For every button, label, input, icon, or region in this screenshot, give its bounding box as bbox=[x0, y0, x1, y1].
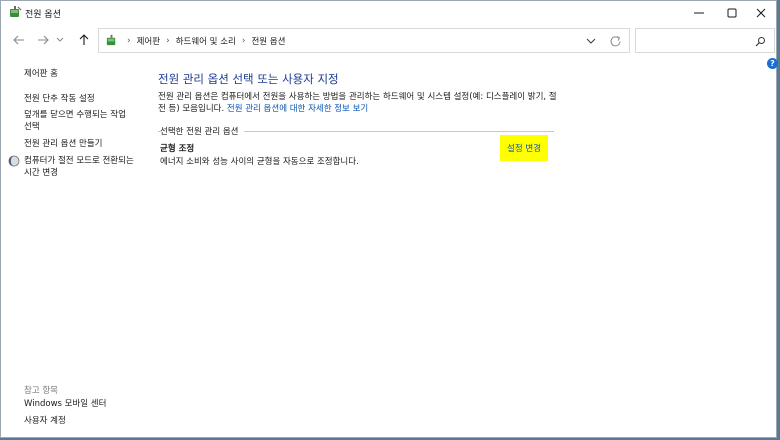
chevron-down-icon[interactable] bbox=[585, 36, 597, 46]
power-options-icon bbox=[106, 34, 116, 46]
recent-locations-button[interactable] bbox=[54, 32, 66, 48]
selected-plan-section: 선택한 전원 관리 옵션 bbox=[158, 125, 554, 137]
chevron-down-icon bbox=[56, 37, 64, 42]
close-button[interactable] bbox=[743, 1, 779, 25]
address-bar[interactable]: › 제어판 › 하드웨어 및 소리 › 전원 옵션 bbox=[98, 28, 630, 53]
page-title: 전원 관리 옵션 선택 또는 사용자 지정 bbox=[158, 72, 339, 86]
minimize-icon bbox=[694, 12, 704, 14]
sidebar-item-user-accounts[interactable]: 사용자 계정 bbox=[24, 415, 136, 427]
search-icon bbox=[755, 37, 765, 47]
up-button[interactable] bbox=[75, 32, 93, 48]
power-options-window: 전원 옵션 › 제어판 › 하드웨어 및 소리 › 전원 옵션 제어판 홈 전원… bbox=[0, 0, 778, 438]
sidebar-item-mobility-center[interactable]: Windows 모바일 센터 bbox=[24, 398, 136, 410]
sidebar-item-control-panel-home[interactable]: 제어판 홈 bbox=[24, 68, 136, 80]
sidebar-item-power-button-settings[interactable]: 전원 단추 작동 설정 bbox=[24, 93, 136, 105]
close-icon bbox=[756, 8, 766, 18]
search-input[interactable] bbox=[635, 28, 775, 53]
forward-button[interactable] bbox=[34, 32, 52, 48]
maximize-icon bbox=[727, 8, 737, 18]
more-info-link[interactable]: 전원 관리 옵션에 대한 자세한 정보 보기 bbox=[227, 104, 368, 114]
help-button[interactable]: ? bbox=[767, 58, 778, 69]
arrow-right-icon bbox=[38, 35, 49, 45]
arrow-left-icon bbox=[13, 35, 24, 45]
breadcrumb-power-options[interactable]: 전원 옵션 bbox=[251, 35, 285, 47]
breadcrumb-separator: › bbox=[127, 36, 131, 46]
power-options-icon bbox=[10, 6, 22, 17]
section-heading: 선택한 전원 관리 옵션 bbox=[160, 125, 244, 137]
sidebar-item-sleep-timing[interactable]: 컴퓨터가 절전 모드로 전환되는 시간 변경 bbox=[24, 155, 134, 179]
breadcrumb-hardware-sound[interactable]: 하드웨어 및 소리 bbox=[176, 35, 236, 47]
title-bar: 전원 옵션 bbox=[1, 1, 776, 25]
see-also-heading: 참고 항목 bbox=[24, 386, 58, 396]
minimize-button[interactable] bbox=[681, 1, 717, 25]
breadcrumb-separator: › bbox=[166, 36, 170, 46]
breadcrumb: › 제어판 › 하드웨어 및 소리 › 전원 옵션 bbox=[121, 35, 285, 47]
plan-name: 균형 조정 bbox=[160, 144, 195, 154]
window-title: 전원 옵션 bbox=[25, 10, 61, 20]
change-plan-settings-link[interactable]: 설정 변경 bbox=[500, 135, 548, 161]
sidebar-item-lid-close-action[interactable]: 덮개를 닫으면 수행되는 작업 선택 bbox=[24, 109, 134, 133]
task-pane: 제어판 홈 전원 단추 작동 설정 덮개를 닫으면 수행되는 작업 선택 전원 … bbox=[1, 55, 141, 437]
arrow-up-icon bbox=[79, 34, 89, 45]
sidebar-item-create-power-plan[interactable]: 전원 관리 옵션 만들기 bbox=[24, 138, 136, 150]
moon-icon bbox=[8, 155, 20, 167]
navigation-bar: › 제어판 › 하드웨어 및 소리 › 전원 옵션 bbox=[1, 27, 776, 53]
refresh-icon[interactable] bbox=[609, 35, 623, 48]
breadcrumb-separator: › bbox=[241, 36, 246, 46]
plan-description: 에너지 소비와 성능 사이의 균형을 자동으로 조정합니다. bbox=[160, 157, 359, 167]
breadcrumb-control-panel[interactable]: 제어판 bbox=[137, 35, 160, 47]
back-button[interactable] bbox=[10, 32, 28, 48]
page-description: 전원 관리 옵션은 컴퓨터에서 전원을 사용하는 방법을 관리하는 하드웨어 및… bbox=[158, 91, 558, 115]
